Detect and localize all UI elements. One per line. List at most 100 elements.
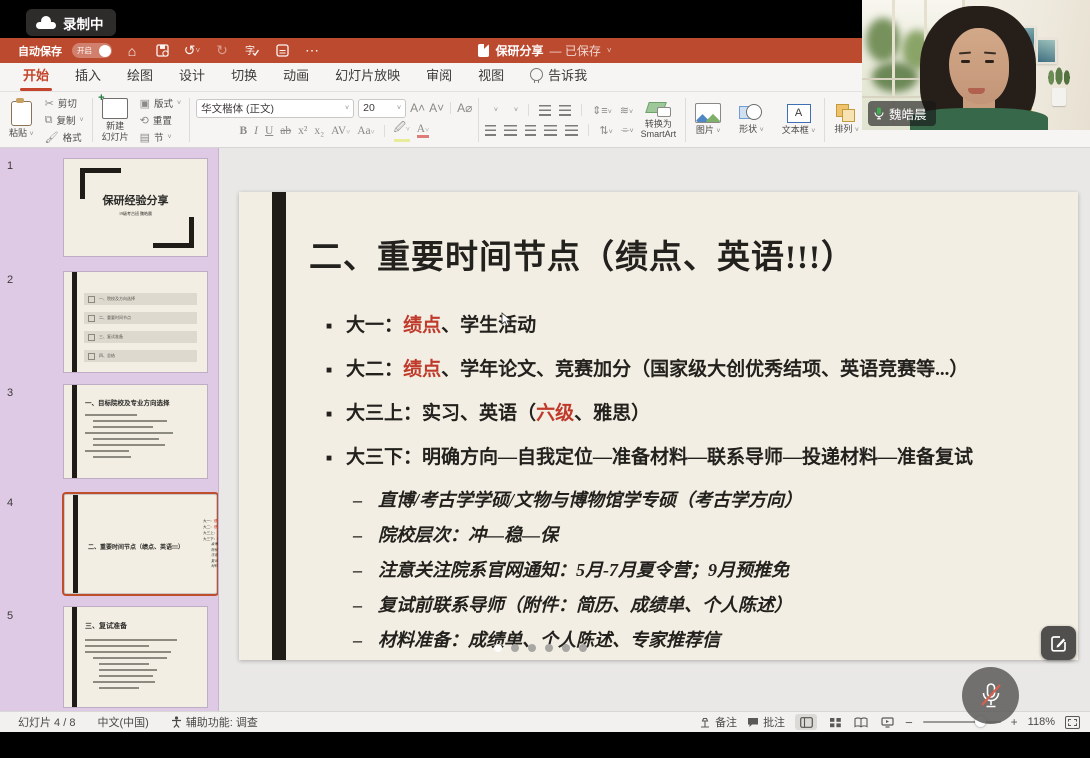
save-icon[interactable] [152, 42, 172, 60]
thumbnail-slide-1[interactable]: 保研经验分享 19级考古班 魏皓晨 [64, 159, 207, 256]
tab-transition[interactable]: 切换 [218, 60, 270, 91]
slide-number: 4 [7, 497, 13, 509]
subscript-button[interactable]: x₂ [314, 125, 324, 137]
svg-text:字: 字 [245, 44, 255, 57]
strikethrough-button[interactable]: ab [280, 125, 291, 137]
print-icon[interactable] [272, 42, 292, 60]
char-spacing-button[interactable]: AV˅ [331, 125, 350, 137]
zoom-out-button[interactable]: − [905, 715, 913, 730]
sub-bullet-item: 复试前联系导师（附件：简历、成绩单、个人陈述） [353, 591, 973, 617]
picture-button[interactable]: 图片 ˅ [692, 103, 724, 136]
sub-bullet-item: 院校层次：冲—稳—保 [353, 521, 973, 547]
slide-title[interactable]: 二、重要时间节点（绩点、英语!!!） [309, 230, 855, 278]
increase-font-button[interactable]: A˄ [410, 101, 425, 115]
tab-animation[interactable]: 动画 [270, 60, 322, 91]
decrease-font-button[interactable]: A˅ [429, 101, 444, 115]
tab-review[interactable]: 审阅 [413, 60, 465, 91]
slide-dots [494, 644, 587, 652]
shapes-button[interactable]: 形状 ˅ [736, 104, 767, 135]
view-reading-button[interactable] [853, 716, 869, 729]
cut-button[interactable]: ✂剪切 [43, 95, 86, 111]
tab-design[interactable]: 设计 [166, 60, 218, 91]
thumbnail-slide-4[interactable]: 二、重要时间节点（绩点、英语!!!） 大一：绩点、学生活动 大二：绩点、学年论文… [64, 494, 217, 594]
underline-button[interactable]: U [265, 125, 273, 137]
participant-name: 魏皓晨 [889, 104, 927, 123]
zoom-level[interactable]: 118% [1028, 716, 1055, 728]
change-case-button[interactable]: Aa˅ [357, 125, 374, 137]
redo-button[interactable]: ↻ [212, 42, 232, 60]
font-size-select[interactable]: 20˅ [358, 99, 406, 118]
copy-button[interactable]: ⧉复制˅ [43, 112, 86, 128]
arrange-button[interactable]: 排列 ˅ [831, 104, 862, 135]
spellcheck-icon[interactable]: 字 [242, 42, 262, 60]
autosave-state: 开启 [77, 45, 92, 56]
home-icon[interactable]: ⌂ [122, 42, 142, 60]
bracket-decoration [80, 168, 121, 199]
highlight-color-button[interactable]: 🖉˅ [394, 120, 410, 142]
zoom-in-button[interactable]: + [1011, 715, 1018, 729]
layout-button[interactable]: ▣版式˅ [138, 95, 184, 111]
paste-button[interactable]: 粘贴 ˅ [6, 101, 37, 139]
tab-draw[interactable]: 绘图 [114, 60, 166, 91]
clear-format-button[interactable]: A⌀ [457, 101, 472, 115]
text-direction-button[interactable]: ⇅˅ [599, 124, 612, 137]
align-right-button[interactable] [525, 125, 536, 136]
columns-button[interactable]: ≋˅ [620, 104, 633, 117]
line-spacing-button[interactable]: ⇕≡˅ [592, 104, 612, 117]
slide-canvas[interactable]: 二、重要时间节点（绩点、英语!!!） 大一：绩点、学生活动 大二：绩点、学年论文… [239, 192, 1078, 660]
section-button[interactable]: ▤节˅ [138, 129, 184, 145]
recording-indicator[interactable]: 录制中 [26, 9, 116, 36]
align-text-button[interactable]: ⌯˅ [621, 124, 634, 137]
new-slide-button[interactable]: 新建幻灯片 [99, 98, 132, 142]
smartart-button[interactable]: 转换为SmartArt [638, 101, 680, 140]
italic-button[interactable]: I [254, 125, 258, 137]
annotate-button[interactable] [1041, 626, 1076, 660]
sub-bullet-item: 注意关注院系官网通知：5月-7月夏令营；9月预推免 [353, 556, 973, 582]
mic-muted-button[interactable] [962, 667, 1019, 724]
slide-accent-bar [272, 192, 286, 660]
tab-home[interactable]: 开始 [10, 60, 62, 91]
font-family-select[interactable]: 华文楷体 (正文)˅ [196, 99, 354, 118]
tab-tellme[interactable]: 告诉我 [517, 60, 600, 91]
comments-button[interactable]: 批注 [747, 714, 785, 730]
tab-insert[interactable]: 插入 [62, 60, 114, 91]
align-center-button[interactable] [504, 125, 517, 136]
autosave-toggle[interactable]: 开启 [72, 43, 112, 58]
shapes-icon [739, 104, 763, 122]
justify-button[interactable] [544, 125, 557, 136]
view-slideshow-button[interactable] [879, 716, 895, 729]
notes-icon [699, 717, 711, 728]
slide-body[interactable]: 大一：绩点、学生活动 大二：绩点、学年论文、竞赛加分（国家级大创优秀结项、英语竞… [326, 310, 973, 661]
view-normal-button[interactable] [795, 714, 817, 730]
thumbnail-slide-2[interactable]: 一、院校及方向选择 二、重要时间节点 三、复试准备 四、总结 [64, 272, 207, 372]
decrease-indent-button[interactable] [539, 105, 551, 116]
notes-button[interactable]: 备注 [699, 714, 737, 730]
reset-button[interactable]: ⟲重置 [138, 112, 184, 128]
more-icon[interactable]: ⋯ [302, 42, 322, 60]
chevron-down-icon[interactable]: ˅ [607, 46, 612, 55]
thumbnail-slide-3[interactable]: 一、目标院校及专业方向选择 [64, 385, 207, 478]
format-painter-button[interactable]: 🖌︎格式 [43, 129, 86, 145]
thumb3-title: 一、目标院校及专业方向选择 [85, 397, 207, 407]
thumbnail-slide-5[interactable]: 三、复试准备 [64, 607, 207, 707]
language-label[interactable]: 中文(中国) [97, 714, 148, 730]
increase-indent-button[interactable] [559, 105, 571, 116]
tab-slideshow[interactable]: 幻灯片放映 [322, 60, 413, 91]
align-left-button[interactable] [485, 125, 496, 136]
bullet-item: 大二：绩点、学年论文、竞赛加分（国家级大创优秀结项、英语竞赛等...） [326, 354, 973, 381]
distribute-button[interactable] [565, 125, 578, 136]
textbox-button[interactable]: A 文本框 ˅ [779, 104, 819, 136]
undo-button[interactable]: ↺˅ [182, 42, 202, 60]
tab-view[interactable]: 视图 [465, 60, 517, 91]
superscript-button[interactable]: x² [298, 125, 307, 137]
participant-lips [968, 88, 985, 94]
webcam-overlay[interactable]: 魏皓晨 [862, 0, 1090, 130]
comment-icon [747, 717, 759, 728]
slide-counter: 幻灯片 4 / 8 [18, 714, 75, 730]
fit-window-button[interactable] [1065, 716, 1080, 729]
slide-accent-bar [72, 607, 77, 707]
bold-button[interactable]: B [239, 125, 247, 137]
view-sorter-button[interactable] [827, 716, 843, 729]
font-color-button[interactable]: A˅ [417, 123, 429, 138]
accessibility-status[interactable]: 辅助功能: 调查 [171, 714, 258, 730]
